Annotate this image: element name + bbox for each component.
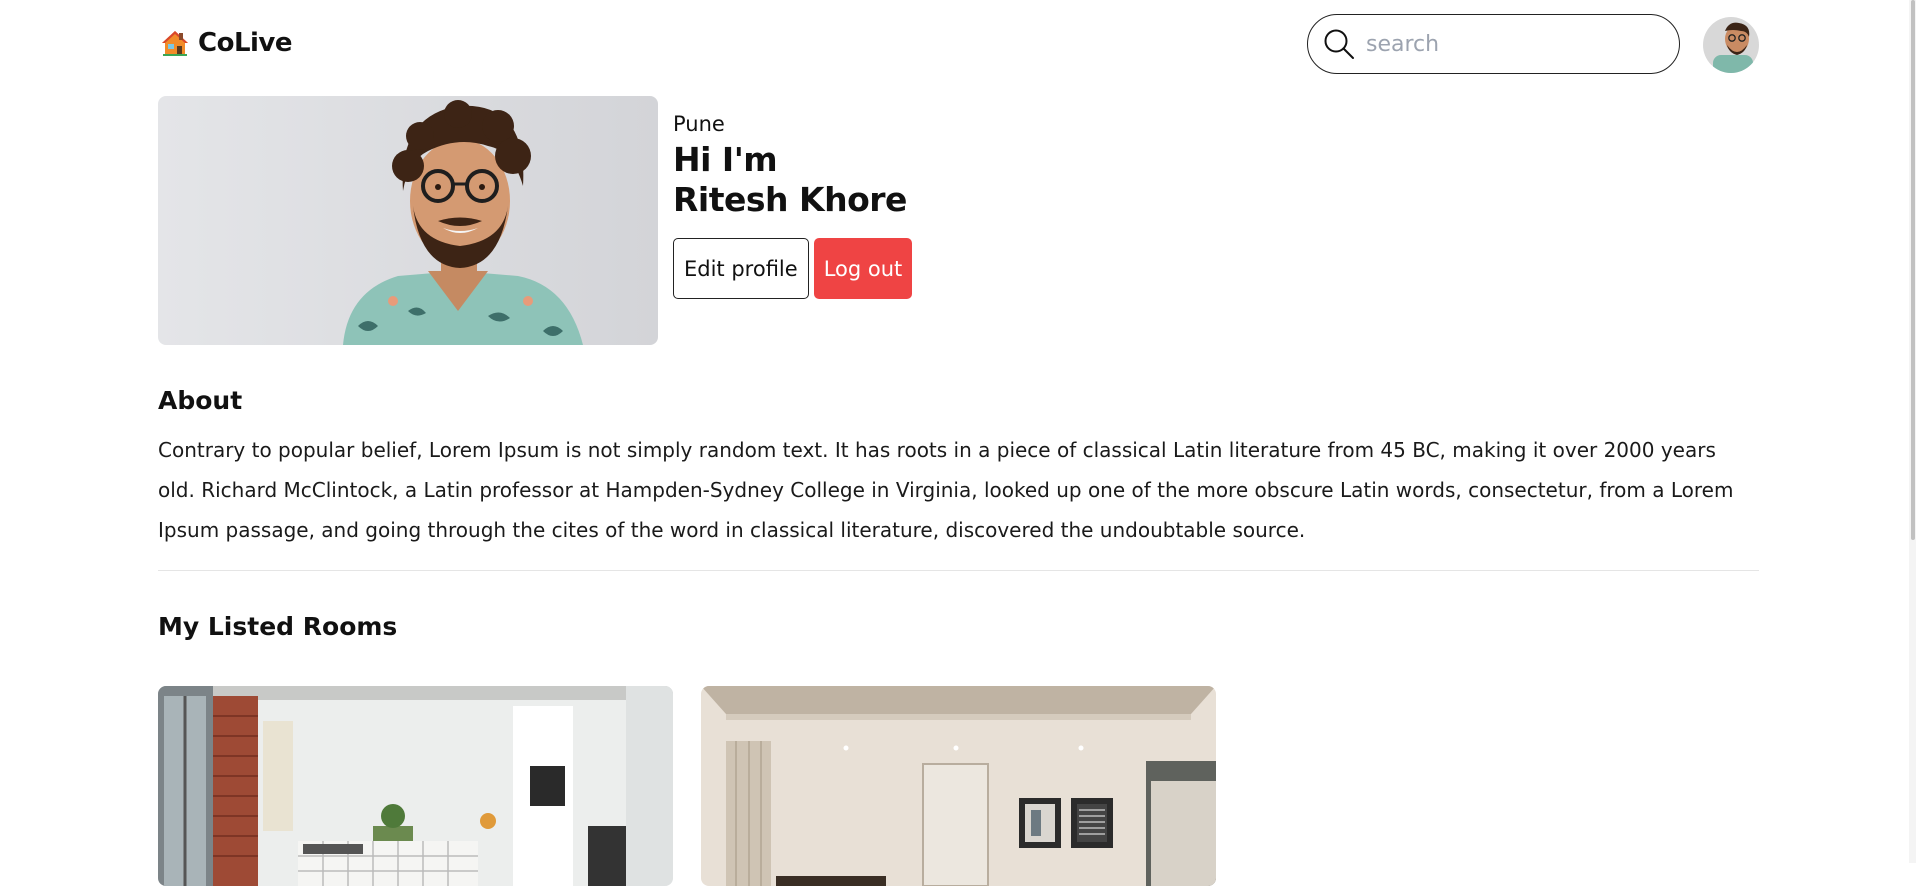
greeting-line-1: Hi I'm <box>673 140 778 179</box>
logout-button[interactable]: Log out <box>813 238 913 299</box>
rooms-title: My Listed Rooms <box>158 612 398 641</box>
top-header: CoLive <box>158 14 1759 76</box>
house-icon <box>162 31 188 56</box>
profile-actions: Edit profile Log out <box>673 238 913 299</box>
logo[interactable]: CoLive <box>160 28 293 58</box>
edit-profile-button[interactable]: Edit profile <box>673 238 809 299</box>
search-input[interactable] <box>1364 30 1658 58</box>
room-image <box>158 686 673 886</box>
profile-photo <box>158 96 658 345</box>
scrollbar-thumb[interactable] <box>1911 0 1915 540</box>
profile-name: Ritesh Khore <box>673 180 907 219</box>
room-card[interactable] <box>701 686 1216 886</box>
divider <box>158 570 1759 571</box>
profile-city: Pune <box>673 112 725 136</box>
search-icon <box>1324 29 1354 59</box>
profile-greeting: Hi I'm Ritesh Khore <box>673 140 912 220</box>
room-card[interactable] <box>158 686 673 886</box>
avatar-image <box>1703 17 1759 73</box>
profile-photo-image <box>158 96 658 345</box>
search-bar[interactable] <box>1307 14 1680 74</box>
profile-info: Pune Hi I'm Ritesh Khore Edit profile Lo… <box>673 112 913 299</box>
about-title: About <box>158 386 243 415</box>
avatar[interactable] <box>1703 17 1759 73</box>
logo-text: CoLive <box>198 28 293 58</box>
about-text: Contrary to popular belief, Lorem Ipsum … <box>158 438 1734 542</box>
scrollbar[interactable] <box>1909 0 1916 863</box>
room-image <box>701 686 1216 886</box>
